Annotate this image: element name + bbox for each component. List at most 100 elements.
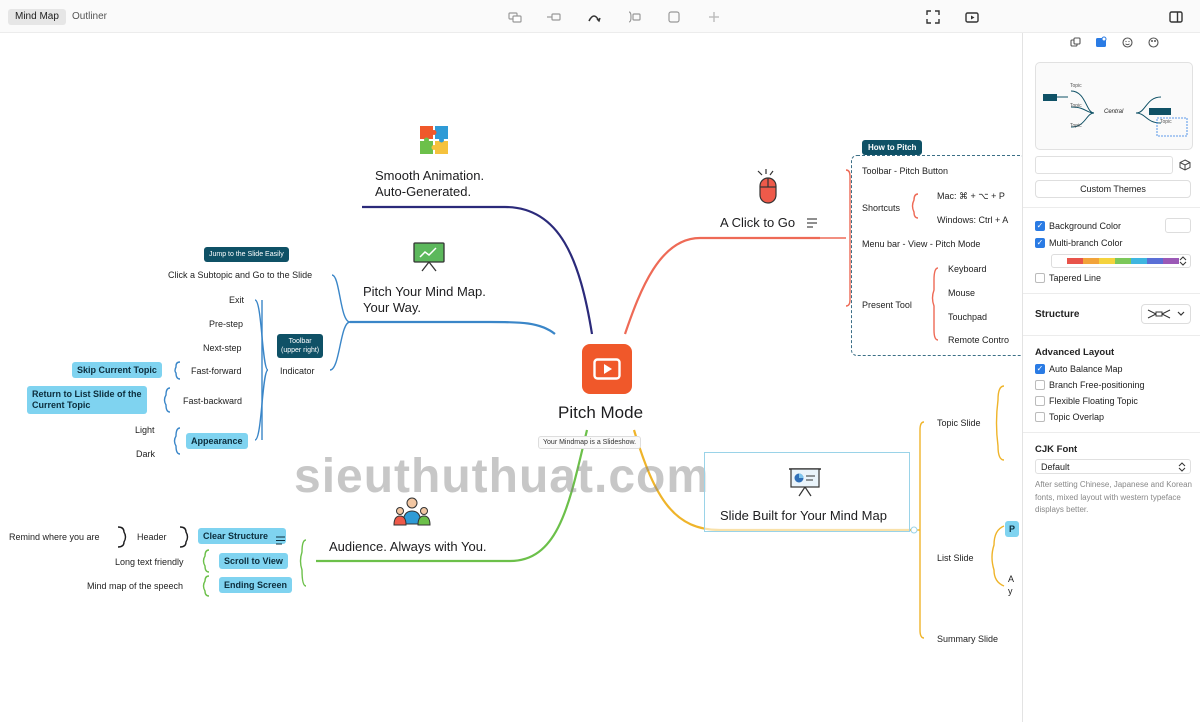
- sticker-tab-icon[interactable]: [1120, 35, 1134, 49]
- topic-overlap-checkbox[interactable]: [1035, 412, 1045, 422]
- divider: [1023, 432, 1200, 433]
- branch-color-swatch: [1147, 258, 1163, 264]
- tab-outliner[interactable]: Outliner: [65, 9, 114, 25]
- item-remind[interactable]: Remind where you are: [9, 532, 100, 542]
- sidebar-toggle-icon[interactable]: [1168, 9, 1184, 25]
- relationship-icon[interactable]: [586, 9, 602, 25]
- pill-appearance[interactable]: Appearance: [186, 433, 248, 449]
- multi-branch-checkbox[interactable]: [1035, 238, 1045, 248]
- summary-icon[interactable]: [666, 9, 682, 25]
- auto-balance-checkbox[interactable]: [1035, 364, 1045, 374]
- topic-overlap-row[interactable]: Topic Overlap: [1035, 412, 1104, 422]
- fullscreen-icon[interactable]: [925, 9, 941, 25]
- branch-color-picker[interactable]: [1051, 254, 1191, 268]
- insert-icon[interactable]: [706, 9, 722, 25]
- item-fast-forward[interactable]: Fast-forward: [191, 366, 242, 376]
- branch-free-checkbox[interactable]: [1035, 380, 1045, 390]
- pitch-icon[interactable]: [964, 9, 980, 25]
- item-fast-backward[interactable]: Fast-backward: [183, 396, 242, 406]
- background-color-swatch[interactable]: [1165, 218, 1191, 233]
- item-exit[interactable]: Exit: [229, 295, 244, 305]
- tapered-line-label: Tapered Line: [1049, 273, 1102, 283]
- central-caption: Your Mindmap is a Slideshow.: [538, 436, 642, 449]
- flexible-floating-checkbox[interactable]: [1035, 396, 1045, 406]
- topic-icon[interactable]: [507, 9, 523, 25]
- item-windows-shortcut[interactable]: Windows: Ctrl + A: [937, 215, 1008, 225]
- background-color-checkbox[interactable]: [1035, 221, 1045, 231]
- theme-search-input[interactable]: [1035, 156, 1173, 174]
- mind-map-canvas[interactable]: sieuthuthuat.com Pitch Mode Your Mindmap…: [0, 33, 1022, 722]
- pill-ending-screen[interactable]: Ending Screen: [219, 577, 293, 593]
- cjk-font-select[interactable]: Default: [1035, 459, 1191, 474]
- jump-slide-callout: Jump to the Slide Easily: [204, 247, 289, 262]
- pill-clear-structure[interactable]: Clear Structure: [198, 528, 287, 544]
- central-topic-title[interactable]: Pitch Mode: [558, 403, 643, 423]
- theme-preview[interactable]: Topic Topic Topic Central Topic: [1035, 62, 1193, 150]
- topic-audience[interactable]: Audience. Always with You.: [329, 539, 487, 555]
- topic-click-go[interactable]: A Click to Go: [720, 215, 795, 231]
- custom-themes-button[interactable]: Custom Themes: [1035, 180, 1191, 198]
- item-list-slide[interactable]: List Slide: [937, 553, 974, 563]
- indicator-topic[interactable]: Indicator: [280, 366, 315, 376]
- item-clipped-y[interactable]: y: [1008, 586, 1013, 596]
- topic-smooth-line2[interactable]: Auto-Generated.: [375, 184, 471, 200]
- topic-pitch-line2[interactable]: Your Way.: [363, 300, 421, 316]
- item-light[interactable]: Light: [135, 425, 155, 435]
- item-summary-slide[interactable]: Summary Slide: [937, 634, 998, 644]
- multi-branch-label: Multi-branch Color: [1049, 238, 1123, 248]
- topic-smooth-line1[interactable]: Smooth Animation.: [375, 168, 484, 184]
- item-keyboard[interactable]: Keyboard: [948, 264, 987, 274]
- item-clipped-a[interactable]: A: [1008, 574, 1014, 584]
- map-tab-icon[interactable]: [1094, 35, 1108, 49]
- item-pre-step[interactable]: Pre-step: [209, 319, 243, 329]
- topic-slide-built[interactable]: Slide Built for Your Mind Map: [720, 508, 887, 524]
- toolbar-callout: Toolbar (upper right): [277, 334, 324, 358]
- structure-dropdown[interactable]: [1141, 304, 1191, 324]
- tapered-line-checkbox[interactable]: [1035, 273, 1045, 283]
- pill-skip-current[interactable]: Skip Current Topic: [72, 362, 162, 378]
- flexible-floating-label: Flexible Floating Topic: [1049, 396, 1138, 406]
- auto-balance-row[interactable]: Auto Balance Map: [1035, 364, 1123, 374]
- item-header[interactable]: Header: [137, 532, 167, 542]
- item-toolbar-pitch[interactable]: Toolbar - Pitch Button: [862, 166, 948, 176]
- item-mac-shortcut[interactable]: Mac: ⌘ + ⌥ + P: [937, 191, 1005, 202]
- item-next-step[interactable]: Next-step: [203, 343, 242, 353]
- item-long-text[interactable]: Long text friendly: [115, 557, 184, 567]
- subtopic-click-go[interactable]: Click a Subtopic and Go to the Slide: [168, 270, 312, 280]
- theme-tab-icon[interactable]: [1146, 35, 1160, 49]
- stepper-icon: [1179, 256, 1187, 268]
- item-dark[interactable]: Dark: [136, 449, 155, 459]
- tab-mind-map[interactable]: Mind Map: [8, 9, 66, 25]
- background-color-row[interactable]: Background Color: [1035, 221, 1121, 231]
- item-remote-control[interactable]: Remote Contro: [948, 335, 1009, 345]
- topic-pitch-line1[interactable]: Pitch Your Mind Map.: [363, 284, 486, 300]
- item-shortcuts[interactable]: Shortcuts: [862, 203, 900, 213]
- preview-label-2: Topic: [1070, 103, 1082, 109]
- branch-free-row[interactable]: Branch Free-positioning: [1035, 380, 1145, 390]
- branch-free-label: Branch Free-positioning: [1049, 380, 1145, 390]
- pill-clipped[interactable]: P: [1005, 521, 1020, 537]
- multi-branch-row[interactable]: Multi-branch Color: [1035, 238, 1123, 248]
- pill-scroll-view[interactable]: Scroll to View: [219, 553, 288, 569]
- item-mouse[interactable]: Mouse: [948, 288, 975, 298]
- tapered-line-row[interactable]: Tapered Line: [1035, 273, 1101, 283]
- item-mind-map-speech[interactable]: Mind map of the speech: [87, 581, 183, 591]
- item-menubar[interactable]: Menu bar - View - Pitch Mode: [862, 239, 980, 249]
- how-to-pitch-boundary[interactable]: [851, 155, 1022, 356]
- preview-label-4: Topic: [1160, 119, 1172, 125]
- item-topic-slide[interactable]: Topic Slide: [937, 418, 981, 428]
- pill-return-list[interactable]: Return to List Slide of the Current Topi…: [27, 386, 147, 414]
- cube-icon[interactable]: [1179, 159, 1191, 173]
- subtopic-icon[interactable]: [546, 9, 562, 25]
- notes-icon: [806, 216, 818, 234]
- divider: [1023, 335, 1200, 336]
- branch-color-swatch: [1163, 258, 1179, 264]
- item-present-tool[interactable]: Present Tool: [862, 300, 912, 310]
- item-touchpad[interactable]: Touchpad: [948, 312, 987, 322]
- style-tab-icon[interactable]: [1068, 35, 1082, 49]
- cjk-font-heading: CJK Font: [1035, 444, 1078, 455]
- boundary-icon[interactable]: [626, 9, 642, 25]
- select-stepper-icon: [1178, 462, 1186, 472]
- structure-heading: Structure: [1035, 309, 1080, 320]
- flexible-floating-row[interactable]: Flexible Floating Topic: [1035, 396, 1138, 406]
